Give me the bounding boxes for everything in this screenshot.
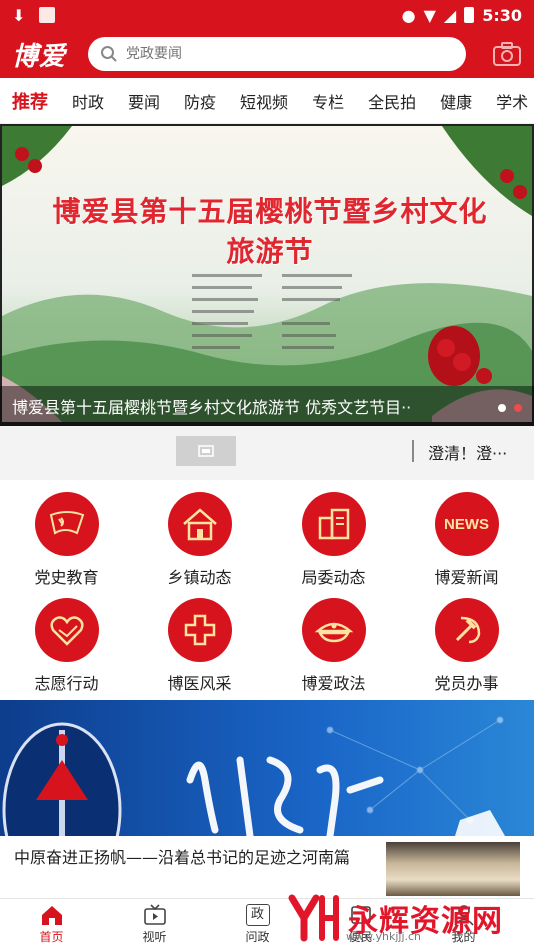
- watermark-logo-icon: [288, 894, 339, 942]
- politics-icon: 政: [245, 904, 270, 926]
- ticker-thumbnail: [176, 436, 236, 466]
- grid-label: 党员办事: [434, 674, 499, 693]
- tab-recommend[interactable]: 推荐: [12, 88, 48, 114]
- nav-audiovisual[interactable]: 视听: [103, 899, 206, 950]
- top-header: 博爱: [0, 30, 534, 78]
- watermark: 永辉资源网 www.yhkjjj.cn: [286, 890, 526, 946]
- grid-label: 博医风采: [167, 674, 232, 693]
- notification-square-icon: [39, 7, 56, 23]
- grid-label: 局委动态: [301, 568, 366, 587]
- party-flag-icon: [34, 492, 99, 556]
- nav-label: 首页: [39, 930, 64, 944]
- banner-caption: 博爱县第十五届樱桃节暨乡村文化旅游节 优秀文艺节目··: [0, 386, 534, 426]
- tab-health[interactable]: 健康: [440, 89, 472, 113]
- tab-academic[interactable]: 学术: [496, 89, 528, 113]
- status-time: 5:30: [482, 5, 522, 25]
- watermark-url: www.yhkjjj.cn: [346, 930, 422, 943]
- tab-headlines[interactable]: 要闻: [128, 89, 160, 113]
- news-ticker[interactable]: 澄清！澄···: [0, 426, 534, 480]
- house-icon: [167, 492, 232, 556]
- ticker-text[interactable]: 澄清！澄···: [428, 440, 507, 464]
- tv-icon: [143, 904, 166, 925]
- tab-epidemic[interactable]: 防疫: [184, 89, 216, 113]
- grid-item-volunteer[interactable]: 志愿行动: [0, 598, 133, 694]
- banner-image: [2, 126, 532, 422]
- battery-icon: [464, 7, 475, 23]
- grid-item-medical[interactable]: 博医风采: [133, 598, 266, 694]
- wifi-icon: ▼: [423, 5, 436, 25]
- news-thumbnail: [386, 842, 520, 896]
- promo-banner[interactable]: [0, 700, 534, 836]
- search-input[interactable]: [126, 46, 426, 62]
- tab-short-video[interactable]: 短视频: [240, 89, 288, 113]
- police-cap-icon: [301, 598, 366, 662]
- nav-home[interactable]: 首页: [0, 899, 103, 950]
- news-icon: NEWS: [434, 492, 499, 556]
- heart-hand-icon: [34, 598, 99, 662]
- grid-item-boai-news[interactable]: NEWS 博爱新闻: [400, 492, 533, 588]
- grid-label: 博爱新闻: [434, 568, 499, 587]
- signal-icon: ◢: [443, 5, 457, 25]
- grid-label: 博爱政法: [301, 674, 366, 693]
- camera-icon: [493, 42, 521, 66]
- app-screen: ⬇ ● ▼ ◢ 5:30 博爱 推荐: [0, 0, 534, 950]
- grid-item-member-affairs[interactable]: 党员办事: [400, 598, 533, 694]
- banner-scenery: [2, 126, 532, 422]
- status-bar: ⬇ ● ▼ ◢ 5:30: [0, 0, 534, 30]
- grid-label: 志愿行动: [34, 674, 99, 693]
- grid-item-law[interactable]: 博爱政法: [267, 598, 400, 694]
- category-tabs: 推荐 时政 要闻 防疫 短视频 专栏 全民拍 健康 学术: [0, 78, 534, 124]
- home-icon: [41, 906, 62, 925]
- tab-column[interactable]: 专栏: [312, 89, 344, 113]
- tab-politics[interactable]: 时政: [72, 89, 104, 113]
- promo-artwork: [2, 716, 505, 836]
- channel-grid: 党史教育 乡镇动态 局委动态 NEWS 博爱新闻 志愿行动 博医风采 博爱政法 …: [0, 480, 534, 700]
- grid-label: 党史教育: [34, 568, 99, 587]
- search-box[interactable]: [88, 37, 466, 71]
- nav-label: 问政: [245, 930, 270, 944]
- camera-button[interactable]: [492, 41, 522, 67]
- grid-label: 乡镇动态: [167, 568, 232, 587]
- location-icon: ●: [401, 5, 416, 25]
- news-item[interactable]: 中原奋进正扬帆——沿着总书记的足迹之河南篇: [0, 836, 534, 898]
- grid-item-party-history[interactable]: 党史教育: [0, 492, 133, 588]
- search-icon: [101, 46, 117, 62]
- building-doc-icon: [301, 492, 366, 556]
- app-logo[interactable]: 博爱: [12, 36, 78, 73]
- red-cross-icon: [167, 598, 232, 662]
- banner-headline: 博爱县第十五届樱桃节暨乡村文化旅游节: [52, 195, 488, 268]
- ticker-divider: [412, 440, 414, 462]
- hammer-sickle-icon: [434, 598, 499, 662]
- carousel-dot-active[interactable]: [514, 404, 522, 412]
- banner-carousel[interactable]: 博爱县第十五届樱桃节暨乡村文化旅游节 博爱县第十五届樱桃节暨乡村文化旅游节 优秀…: [0, 124, 534, 426]
- news-title[interactable]: 中原奋进正扬帆——沿着总书记的足迹之河南篇: [14, 846, 374, 870]
- image-placeholder-icon: [198, 445, 214, 457]
- download-icon: ⬇: [12, 5, 26, 25]
- nav-label: 视听: [142, 930, 167, 944]
- tab-citizen-photo[interactable]: 全民拍: [368, 89, 416, 113]
- grid-item-bureau-news[interactable]: 局委动态: [267, 492, 400, 588]
- grid-item-town-news[interactable]: 乡镇动态: [133, 492, 266, 588]
- carousel-dot[interactable]: [498, 404, 506, 412]
- carousel-indicator: [498, 404, 522, 412]
